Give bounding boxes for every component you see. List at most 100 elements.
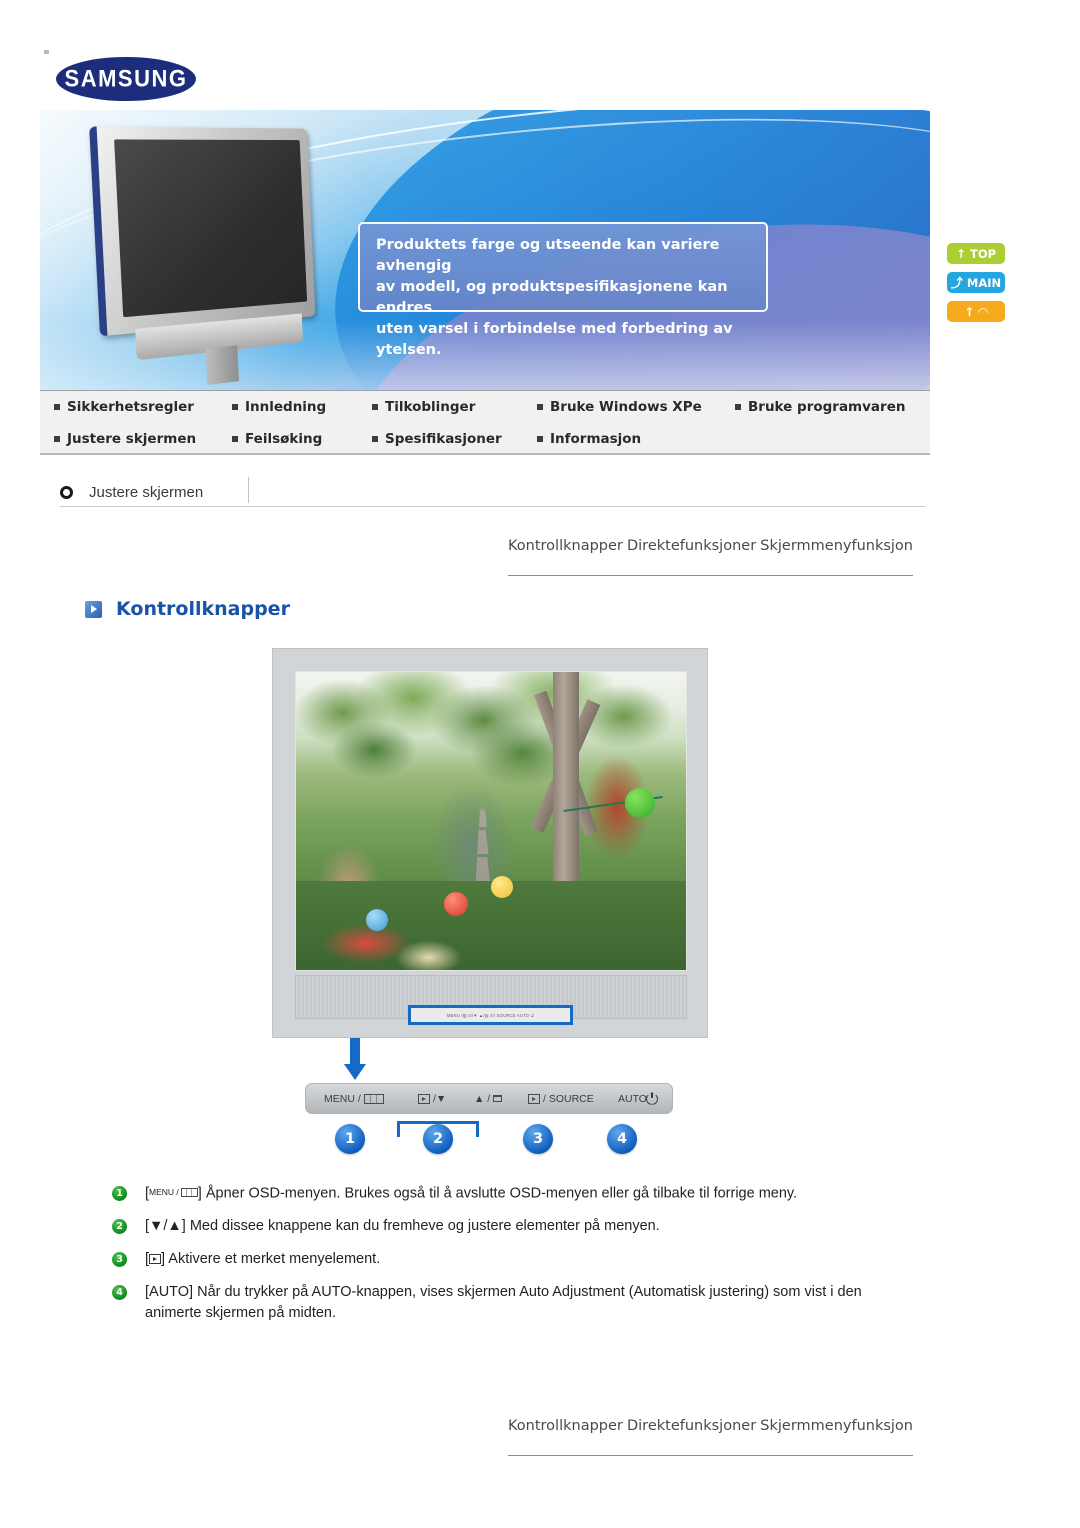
section-title: Justere skjermen — [89, 483, 204, 501]
nav-label: Spesifikasjoner — [385, 431, 502, 447]
home-glyph-icon: ◠ — [978, 304, 988, 319]
monitor-illustration — [89, 126, 352, 390]
ring-icon — [60, 485, 73, 499]
bullet-icon — [735, 404, 741, 410]
section-divider — [248, 477, 249, 503]
legend-list: 1 [MENU /] Åpner OSD-menyen. Brukes også… — [112, 1183, 892, 1336]
bullet-icon — [232, 404, 238, 410]
legend-item-1: 1 [MENU /] Åpner OSD-menyen. Brukes også… — [112, 1183, 892, 1204]
nav-item-justere-skjermen[interactable]: Justere skjermen — [54, 431, 232, 447]
hero-notice-line-2: av modell, og produktspesifikasjonene ka… — [376, 279, 728, 316]
menu-bars-icon — [363, 1093, 384, 1104]
tab-kontrollknapper[interactable]: Kontrollknapper — [508, 538, 623, 554]
control-button-bar: MENU / /▼ ▲ / / SOURCE AUTO — [305, 1083, 673, 1114]
nav-item-innledning[interactable]: Innledning — [232, 399, 372, 415]
arrow-branch-icon: ⤴ — [950, 275, 963, 290]
legend-badge-4: 4 — [112, 1285, 127, 1301]
hero-notice-line-1: Produktets farge og utseende kan variere… — [376, 237, 720, 274]
tab-direktefunksjoner-bottom[interactable]: Direktefunksjoner — [627, 1418, 756, 1434]
monitor-screen — [114, 139, 308, 318]
nav-item-spesifikasjoner[interactable]: Spesifikasjoner — [372, 431, 537, 447]
logo-text: SAMSUNG — [64, 64, 188, 92]
legend-badge-1: 1 — [112, 1186, 127, 1201]
nav-item-bruke-programvaren[interactable]: Bruke programvaren — [735, 399, 905, 415]
legend-item-4: 4 [AUTO] Når du trykker på AUTO-knappen,… — [112, 1282, 892, 1324]
power-icon[interactable] — [646, 1092, 658, 1105]
home-button[interactable]: ↑ ◠ — [947, 301, 1005, 322]
tab-bar-top: Kontrollknapper Direktefunksjoner Skjerm… — [508, 538, 913, 576]
tab-skjermmenyfunksjon[interactable]: Skjermmenyfunksjon — [760, 538, 913, 554]
main-navigation: Sikkerhetsregler Innledning Tilkoblinger… — [40, 390, 930, 455]
nav-item-informasjon[interactable]: Informasjon — [537, 431, 641, 447]
menu-button-label: MENU / — [324, 1092, 361, 1105]
legend-item-2: 2 [▼/▲] Med dissee knappene kan du fremh… — [112, 1216, 892, 1237]
device-screen — [295, 671, 687, 971]
down-button[interactable]: /▼ — [418, 1093, 446, 1105]
bullet-icon — [232, 436, 238, 442]
bullet-icon — [372, 404, 378, 410]
photo-ground — [296, 880, 686, 970]
photo-balloon-green — [624, 788, 655, 819]
control-strip-mini-label: MENU /▥ ⊡/▼ ▲/▤ ⊡/ SOURCE AUTO ⏻ — [446, 1012, 535, 1018]
bullet-icon — [54, 436, 60, 442]
nav-row-1: Sikkerhetsregler Innledning Tilkoblinger… — [40, 391, 930, 423]
corner-mark — [44, 50, 49, 54]
legend-badge-3: 3 — [112, 1252, 127, 1268]
side-button-group: ↑ TOP ⤴ MAIN ↑ ◠ — [947, 243, 1005, 322]
menu-button[interactable]: MENU / — [324, 1093, 384, 1105]
nav-label: Tilkoblinger — [385, 399, 476, 415]
legend-body-3: ] Aktivere et merket menyelement. — [161, 1251, 381, 1268]
source-button-label: / SOURCE — [543, 1092, 594, 1105]
control-strip-highlight: MENU /▥ ⊡/▼ ▲/▤ ⊡/ SOURCE AUTO ⏻ — [408, 1005, 573, 1025]
up-button[interactable]: ▲ / — [474, 1093, 503, 1105]
top-button[interactable]: ↑ TOP — [947, 243, 1005, 264]
tab-skjermmenyfunksjon-bottom[interactable]: Skjermmenyfunksjon — [760, 1418, 913, 1434]
callout-badge-1: 1 — [335, 1124, 365, 1154]
pointer-arrow-icon — [344, 1038, 366, 1080]
enter-icon — [418, 1093, 430, 1104]
tab-direktefunksjoner[interactable]: Direktefunksjoner — [627, 538, 756, 554]
auto-button[interactable]: AUTO — [618, 1093, 647, 1105]
legend-text-1: [MENU /] Åpner OSD-menyen. Brukes også t… — [145, 1183, 797, 1204]
hero-banner: Produktets farge og utseende kan variere… — [40, 110, 930, 390]
auto-button-label: AUTO — [618, 1092, 647, 1105]
nav-item-tilkoblinger[interactable]: Tilkoblinger — [372, 399, 537, 415]
monitor-bezel — [89, 126, 316, 337]
nav-label: Bruke programvaren — [748, 399, 906, 415]
logo-ellipse: SAMSUNG — [56, 57, 196, 101]
play-square-icon — [85, 600, 102, 618]
hero-notice-box: Produktets farge og utseende kan variere… — [358, 222, 768, 358]
page-title: Kontrollknapper — [116, 598, 290, 620]
section-rule — [60, 506, 925, 507]
nav-item-feilsoking[interactable]: Feilsøking — [232, 431, 372, 447]
legend-text-4: [AUTO] Når du trykker på AUTO-knappen, v… — [145, 1284, 862, 1322]
source-button[interactable]: / SOURCE — [528, 1093, 594, 1105]
nav-item-sikkerhetsregler[interactable]: Sikkerhetsregler — [54, 399, 232, 415]
top-button-label: TOP — [970, 246, 997, 261]
callout-badge-4: 4 — [607, 1124, 637, 1154]
garden-photo — [296, 672, 686, 970]
legend-item-3: 3 [] Aktivere et merket menyelement. — [112, 1249, 892, 1270]
inline-menu-label: MENU / — [149, 1187, 179, 1197]
tab-bar-bottom: Kontrollknapper Direktefunksjoner Skjerm… — [508, 1418, 913, 1456]
monitor-device-figure: MENU /▥ ⊡/▼ ▲/▤ ⊡/ SOURCE AUTO ⏻ — [272, 648, 708, 1038]
legend-body-1: ] Åpner OSD-menyen. Brukes også til å av… — [197, 1185, 798, 1202]
arrow-up-icon: ↑ — [964, 304, 975, 319]
tab-kontrollknapper-bottom[interactable]: Kontrollknapper — [508, 1418, 623, 1434]
nav-item-bruke-windows-xpe[interactable]: Bruke Windows XPe — [537, 399, 735, 415]
nav-label: Innledning — [245, 399, 327, 415]
main-button[interactable]: ⤴ MAIN — [947, 272, 1005, 293]
down-button-label: /▼ — [433, 1092, 447, 1105]
callout-badge-2: 2 — [423, 1124, 453, 1154]
hero-notice-line-3: uten varsel i forbindelse med forbedring… — [376, 321, 733, 358]
nav-label: Informasjon — [550, 431, 642, 447]
bullet-icon — [537, 436, 543, 442]
up-small-icon — [493, 1095, 503, 1102]
bullet-icon — [372, 436, 378, 442]
source-icon — [528, 1093, 540, 1104]
bullet-icon — [54, 404, 60, 410]
legend-text-3: [] Aktivere et merket menyelement. — [145, 1249, 380, 1270]
enter-square-icon — [149, 1253, 162, 1264]
nav-label: Feilsøking — [245, 431, 323, 447]
section-header: Justere skjermen — [60, 477, 920, 507]
